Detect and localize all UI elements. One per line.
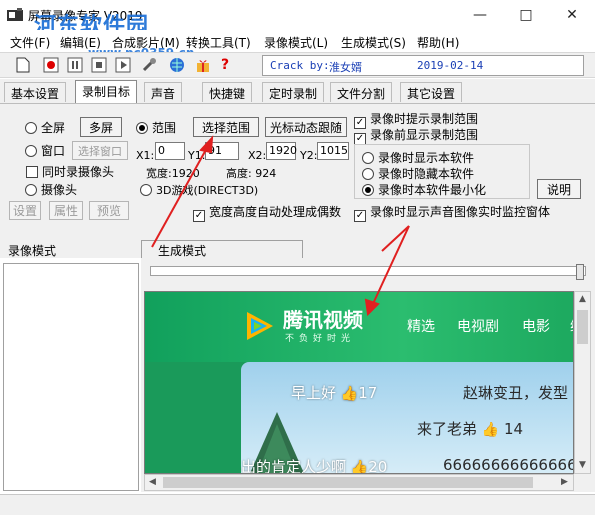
x1-label: X1: [136, 149, 155, 162]
x2-label: X2: [248, 149, 267, 162]
preview-button[interactable]: 预览 [89, 201, 129, 220]
menu-generate-mode[interactable]: 生成模式(S) [341, 34, 406, 51]
window-radio[interactable]: 窗口 [25, 142, 65, 159]
tencent-video-logo-icon [247, 312, 273, 340]
tab-other-settings[interactable]: 其它设置 [400, 82, 463, 102]
show-audio-monitor-checkbox[interactable]: ✓ 录像时显示声音图像实时监控窗体 [354, 203, 550, 222]
width-label: 宽度:1920 [146, 167, 200, 180]
scroll-down-icon[interactable]: ▼ [579, 460, 586, 470]
vertical-scroll-thumb[interactable] [577, 310, 588, 344]
screen-preview: 腾讯视频 不负好时光 精选 电视剧 电影 综 早上好 👍17 赵琳变丑，发型 来… [144, 291, 574, 474]
range-radio[interactable]: 范围 [136, 119, 176, 136]
y1-input[interactable]: 91 [205, 142, 239, 160]
select-window-button[interactable]: 选择窗口 [72, 141, 128, 160]
crack-label: Crack by: [270, 59, 330, 72]
tab-audio[interactable]: 声音 [144, 82, 183, 102]
nav-movies: 电影 [522, 319, 550, 335]
pause-icon[interactable] [66, 56, 84, 74]
x2-input[interactable]: 1920 [266, 142, 297, 160]
toolbar: ? Crack by: 淮女婿 2019-02-14 [0, 52, 595, 78]
menu-help[interactable]: 帮助(H) [417, 34, 459, 51]
minimize-software-radio[interactable]: 录像时本软件最小化 [362, 181, 486, 198]
pane-headers: 录像模式 生成模式 [0, 240, 595, 258]
also-record-camera-checkbox[interactable]: 同时录摄像头 [26, 163, 114, 180]
timeline-slider-thumb[interactable] [576, 264, 584, 280]
menu-file[interactable]: 文件(F) [10, 34, 50, 51]
record-mode-list[interactable] [3, 263, 139, 491]
multiscreen-button[interactable]: 多屏 [80, 117, 122, 137]
hint-range-before-recording-checkbox[interactable]: ✓ 录像前显示录制范围 [354, 126, 478, 145]
tab-file-split[interactable]: 文件分割 [330, 82, 393, 102]
tab-record-target[interactable]: 录制目标 [75, 80, 138, 103]
x1-input[interactable]: 0 [155, 142, 185, 160]
tab-divider [0, 103, 595, 104]
select-range-button[interactable]: 选择范围 [193, 117, 259, 137]
scroll-up-icon[interactable]: ▲ [579, 294, 586, 304]
tab-basic-settings[interactable]: 基本设置 [4, 82, 67, 102]
preview-horizontal-scrollbar[interactable]: ◀ ▶ [144, 474, 574, 491]
danmu-comment: 出的肯定人少啊 👍20 [241, 458, 388, 474]
new-icon[interactable] [14, 56, 32, 74]
horizontal-scroll-thumb[interactable] [163, 477, 533, 488]
tab-scheduled[interactable]: 定时录制 [262, 82, 325, 102]
menu-convert[interactable]: 转换工具(T) [186, 34, 251, 51]
danmu-comment: 来了老弟 👍 14 [417, 420, 524, 438]
explain-button[interactable]: 说明 [537, 179, 581, 199]
hide-software-radio[interactable]: 录像时隐藏本软件 [362, 165, 474, 182]
video-brand-slogan: 不负好时光 [285, 334, 356, 344]
danmu-comment: 赵琳变丑，发型 [463, 384, 569, 402]
y2-label: Y2: [300, 149, 318, 162]
video-brand-name: 腾讯视频 [283, 308, 363, 332]
globe-icon[interactable] [168, 56, 186, 74]
game-3d-radio[interactable]: 3D游戏(DIRECT3D) [140, 182, 258, 198]
y1-label: Y1: [188, 149, 206, 162]
timeline-slider[interactable] [150, 266, 586, 276]
generate-mode-tab[interactable]: 生成模式 [141, 240, 303, 258]
cursor-follow-button[interactable]: 光标动态跟随 [265, 117, 347, 137]
record-mode-pane-label: 录像模式 [8, 244, 57, 258]
properties-button[interactable]: 属性 [49, 201, 83, 220]
danmu-comment: 早上好 👍17 [291, 384, 378, 402]
nav-featured: 精选 [407, 319, 435, 335]
auto-even-checkbox[interactable]: ✓ 宽度高度自动处理成偶数 [193, 203, 341, 222]
height-label: 高度: 924 [226, 167, 277, 180]
gift-icon[interactable] [194, 56, 212, 74]
settings-panel: 基本设置 录制目标 声音 快捷键 定时录制 文件分割 其它设置 全屏 多屏 范围… [0, 79, 595, 241]
stop-icon[interactable] [90, 56, 108, 74]
crack-name: 淮女婿 [329, 61, 362, 74]
preview-vertical-scrollbar[interactable]: ▲ ▼ [574, 291, 591, 474]
build-date: 2019-02-14 [417, 59, 484, 72]
status-bar [0, 494, 595, 515]
camera-radio[interactable]: 摄像头 [25, 181, 77, 198]
y2-input[interactable]: 1015 [317, 142, 349, 160]
scroll-left-icon[interactable]: ◀ [149, 477, 156, 487]
minimize-button[interactable]: — [457, 0, 503, 30]
close-button[interactable]: ✕ [549, 0, 595, 30]
help-icon[interactable]: ? [216, 56, 234, 74]
setup-button[interactable]: 设置 [9, 201, 41, 220]
record-icon[interactable] [42, 56, 60, 74]
title-bar: 屏幕录像专家 V2019 河东软件园 — □ ✕ [0, 0, 595, 39]
info-panel: Crack by: 淮女婿 2019-02-14 [262, 55, 584, 76]
show-software-radio[interactable]: 录像时显示本软件 [362, 149, 474, 166]
fullscreen-radio[interactable]: 全屏 [25, 119, 65, 136]
tools-icon[interactable] [140, 56, 158, 74]
menu-record-mode[interactable]: 录像模式(L) [264, 34, 328, 51]
tab-hotkeys[interactable]: 快捷键 [202, 82, 253, 102]
generate-mode-area: 腾讯视频 不负好时光 精选 电视剧 电影 综 早上好 👍17 赵琳变丑，发型 来… [141, 258, 595, 492]
nav-tv-series: 电视剧 [457, 319, 499, 335]
maximize-button[interactable]: □ [503, 0, 549, 30]
app-camera-icon [7, 8, 23, 21]
scroll-right-icon[interactable]: ▶ [561, 477, 568, 487]
danmu-comment: 666666666666666 [443, 456, 574, 474]
play-icon[interactable] [114, 56, 132, 74]
